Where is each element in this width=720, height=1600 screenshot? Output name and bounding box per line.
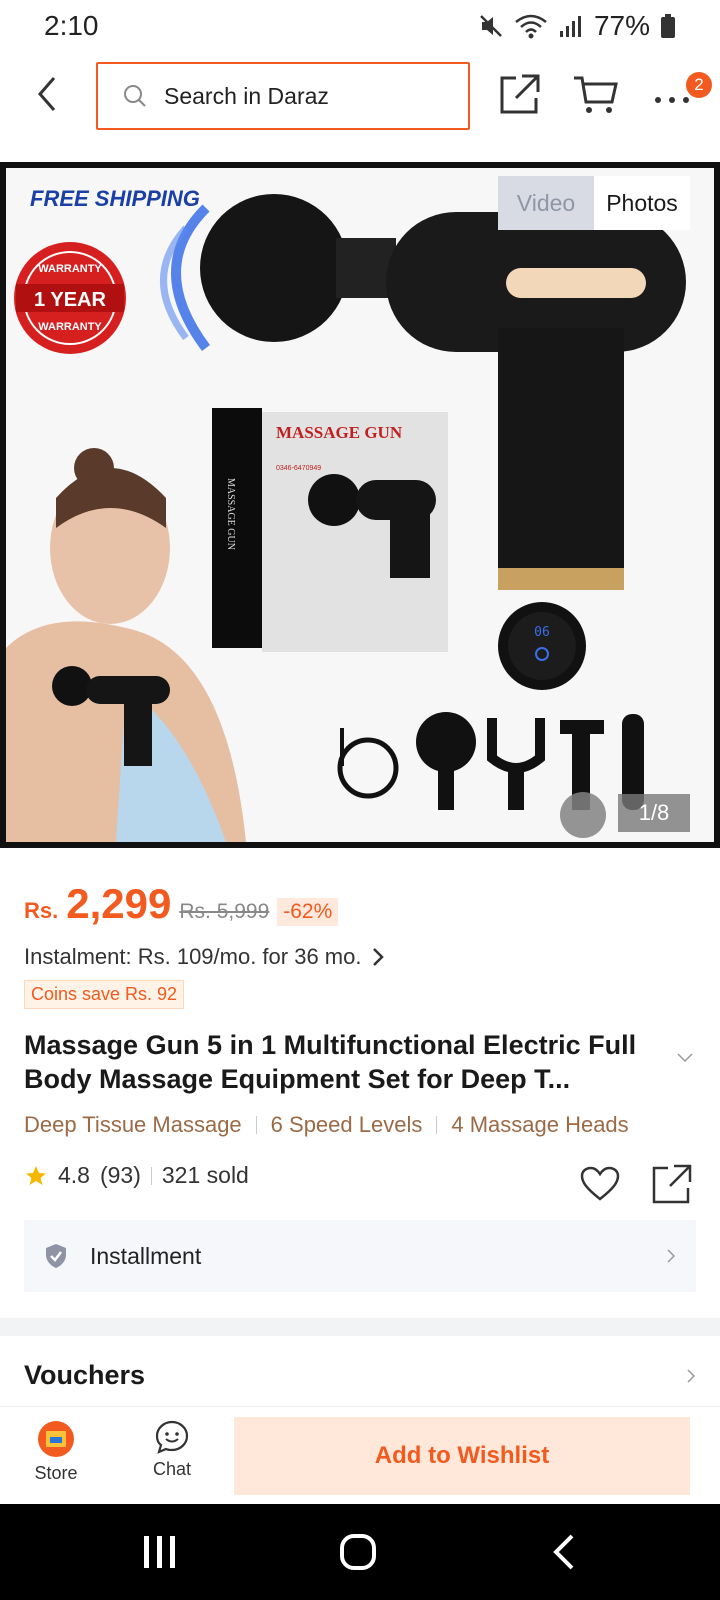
chevron-down-icon[interactable] xyxy=(676,1052,694,1064)
feature-tags: Deep Tissue Massage 6 Speed Levels 4 Mas… xyxy=(24,1112,629,1138)
tab-video[interactable]: Video xyxy=(498,176,594,230)
product-image[interactable]: FREE SHIPPING 1 YEAR WARRANTY WARRANTY M… xyxy=(6,168,714,842)
feature-tag: Deep Tissue Massage xyxy=(24,1112,242,1137)
discount-badge: -62% xyxy=(277,898,339,926)
svg-text:1 YEAR: 1 YEAR xyxy=(34,289,106,311)
installment-label: Installment xyxy=(90,1242,202,1269)
product-photo: FREE SHIPPING 1 YEAR WARRANTY WARRANTY M… xyxy=(6,168,714,842)
action-bar: Store Chat Add to Wishlist xyxy=(0,1406,720,1502)
svg-text:WARRANTY: WARRANTY xyxy=(38,263,102,275)
product-box: MASSAGE GUN 0346-6470949 MASSAGE GUN xyxy=(212,408,448,652)
product-gallery[interactable]: FREE SHIPPING 1 YEAR WARRANTY WARRANTY M… xyxy=(0,162,720,848)
warranty-seal: 1 YEAR WARRANTY WARRANTY xyxy=(14,242,126,354)
wifi-icon xyxy=(515,14,547,39)
svg-text:MASSAGE GUN: MASSAGE GUN xyxy=(225,478,236,550)
media-tabs: Video Photos xyxy=(498,176,690,230)
chat-icon xyxy=(155,1420,189,1454)
section-divider xyxy=(0,1318,720,1336)
separator xyxy=(436,1116,438,1134)
back-icon[interactable] xyxy=(30,72,66,116)
rating-value: 4.8 xyxy=(58,1162,90,1188)
signal-icon xyxy=(559,16,581,37)
vouchers-label: Vouchers xyxy=(24,1360,146,1390)
svg-text:FREE SHIPPING: FREE SHIPPING xyxy=(30,186,200,211)
review-count: (93) xyxy=(99,1162,141,1188)
separator xyxy=(255,1116,257,1134)
image-counter: 1/8 xyxy=(618,794,690,832)
product-title: Massage Gun 5 in 1 Multifunctional Elect… xyxy=(24,1030,637,1094)
search-input[interactable]: Search in Daraz xyxy=(96,62,470,130)
share-icon[interactable] xyxy=(652,1164,692,1204)
cart-icon[interactable] xyxy=(572,70,620,118)
chat-label: Chat xyxy=(152,1459,192,1479)
status-bar: 2:10 77% xyxy=(0,0,720,52)
tab-photos[interactable]: Photos xyxy=(594,176,690,230)
instalment-info[interactable]: Instalment: Rs. 109/mo. for 36 mo. xyxy=(24,944,385,970)
status-icons: 77% xyxy=(478,10,676,42)
free-shipping-badge: FREE SHIPPING xyxy=(30,186,200,211)
svg-text:06: 06 xyxy=(534,625,550,640)
separator xyxy=(150,1166,152,1185)
battery-icon xyxy=(661,14,675,38)
share-icon[interactable] xyxy=(496,70,544,118)
chevron-right-icon xyxy=(687,1368,696,1383)
chevron-right-icon xyxy=(667,1249,676,1263)
video-indicator-icon[interactable] xyxy=(560,792,606,838)
search-placeholder: Search in Daraz xyxy=(164,82,329,109)
home-icon[interactable] xyxy=(338,1532,378,1572)
vouchers-row[interactable]: Vouchers xyxy=(24,1360,696,1391)
feature-tag: 6 Speed Levels xyxy=(270,1112,423,1137)
mute-icon xyxy=(480,15,502,37)
search-icon xyxy=(124,85,146,107)
current-price: 2,299 xyxy=(66,880,172,927)
system-nav-bar xyxy=(0,1504,720,1600)
add-to-wishlist-button[interactable]: Add to Wishlist xyxy=(234,1417,690,1495)
top-nav: Search in Daraz xyxy=(0,58,720,134)
instalment-text: Instalment: Rs. 109/mo. for 36 mo. xyxy=(24,944,362,969)
store-button[interactable]: Store xyxy=(16,1419,96,1484)
coins-badge: Coins save Rs. 92 xyxy=(24,980,185,1009)
svg-text:WARRANTY: WARRANTY xyxy=(38,321,102,333)
shield-icon xyxy=(46,1244,66,1268)
control-panel: 06 xyxy=(498,602,586,690)
chat-button[interactable]: Chat xyxy=(132,1419,212,1480)
currency: Rs. xyxy=(24,898,59,923)
chevron-right-icon xyxy=(373,948,385,966)
cart-badge: 2 xyxy=(686,72,712,98)
status-time: 2:10 xyxy=(44,10,99,41)
heart-icon[interactable] xyxy=(580,1166,620,1202)
back-nav-icon[interactable] xyxy=(546,1532,586,1572)
installment-row[interactable]: Installment xyxy=(24,1220,696,1292)
star-icon xyxy=(26,1165,46,1185)
svg-text:MASSAGE GUN: MASSAGE GUN xyxy=(276,423,403,442)
sold-count: 321 sold xyxy=(161,1162,249,1188)
price-row: Rs. 2,299 Rs. 5,999 -62% xyxy=(24,880,339,928)
original-price: Rs. 5,999 xyxy=(179,900,270,923)
svg-text:0346-6470949: 0346-6470949 xyxy=(276,465,321,472)
store-icon xyxy=(38,1421,74,1457)
store-label: Store xyxy=(34,1463,78,1483)
rating-row[interactable]: 4.8 (93) 321 sold xyxy=(24,1162,249,1189)
feature-tag: 4 Massage Heads xyxy=(451,1112,629,1137)
battery-percent: 77% xyxy=(593,10,650,41)
recent-apps-icon[interactable] xyxy=(140,1532,180,1572)
